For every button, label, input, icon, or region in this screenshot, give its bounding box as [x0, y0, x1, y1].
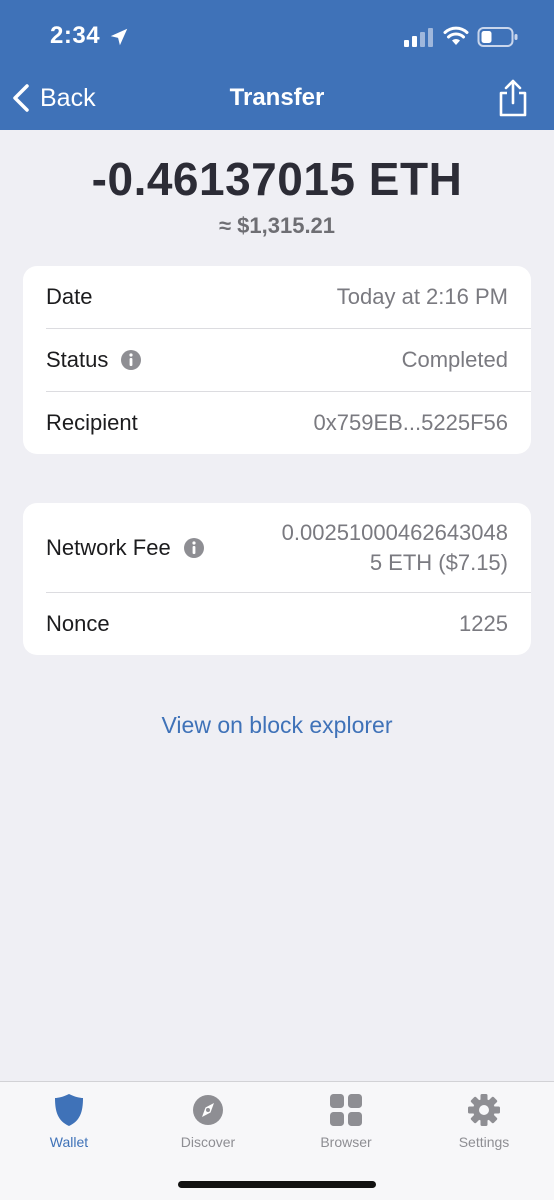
- tab-wallet[interactable]: Wallet: [9, 1092, 129, 1158]
- recipient-label: Recipient: [46, 410, 138, 435]
- tab-settings-label: Settings: [458, 1134, 510, 1150]
- tab-wallet-label: Wallet: [49, 1134, 89, 1150]
- status-label: Status: [46, 347, 109, 372]
- gear-icon: [468, 1094, 500, 1126]
- status-time: 2:34: [50, 22, 101, 49]
- nav-bar: Back Transfer: [0, 70, 554, 130]
- info-icon[interactable]: [120, 349, 142, 371]
- network-fee-value-line2: 5 ETH ($7.15): [369, 549, 508, 575]
- grid-icon: [330, 1094, 362, 1126]
- compass-icon: [193, 1095, 223, 1125]
- date-row: Date Today at 2:16 PM: [23, 266, 531, 328]
- header: 2:34 Back Transfer: [0, 0, 554, 130]
- home-indicator: [178, 1181, 376, 1188]
- tab-settings[interactable]: Settings: [424, 1092, 544, 1158]
- share-icon[interactable]: [496, 78, 530, 118]
- fee-card: Network Fee 0.00251000462643048 5 ETH ($…: [23, 503, 531, 655]
- recipient-row[interactable]: Recipient 0x759EB...5225F56: [23, 392, 531, 454]
- info-icon[interactable]: [183, 537, 205, 559]
- status-bar: 2:34: [0, 0, 554, 70]
- status-row: Status Completed: [23, 329, 531, 391]
- nonce-row: Nonce 1225: [23, 593, 531, 655]
- date-value: Today at 2:16 PM: [336, 284, 508, 309]
- nonce-label: Nonce: [46, 611, 110, 636]
- transaction-details-card: Date Today at 2:16 PM Status Completed R…: [23, 266, 531, 454]
- status-value: Completed: [401, 347, 508, 372]
- tab-discover-label: Discover: [180, 1134, 236, 1150]
- battery-icon: [477, 27, 518, 47]
- recipient-value[interactable]: 0x759EB...5225F56: [314, 410, 508, 436]
- tab-discover[interactable]: Discover: [148, 1092, 268, 1158]
- view-on-block-explorer-link[interactable]: View on block explorer: [0, 712, 554, 739]
- date-label: Date: [46, 284, 93, 309]
- wifi-icon: [443, 26, 469, 45]
- network-fee-label: Network Fee: [46, 534, 171, 560]
- network-fee-value: 0.00251000462643048 5 ETH ($7.15): [282, 518, 508, 578]
- transaction-fiat-value: ≈ $1,315.21: [218, 213, 336, 238]
- tab-browser[interactable]: Browser: [286, 1092, 406, 1158]
- transaction-amount: -0.46137015 ETH: [91, 153, 463, 205]
- shield-icon: [55, 1094, 83, 1126]
- network-fee-value-line1: 0.00251000462643048: [281, 519, 508, 545]
- network-fee-label-group: Network Fee: [46, 535, 205, 561]
- nonce-value: 1225: [459, 611, 508, 636]
- network-fee-row: Network Fee 0.00251000462643048 5 ETH ($…: [23, 503, 531, 592]
- location-arrow-icon: [110, 28, 128, 46]
- page-title: Transfer: [229, 84, 325, 111]
- status-label-group: Status: [46, 347, 142, 373]
- tab-browser-label: Browser: [320, 1134, 372, 1150]
- cellular-signal-icon: [404, 28, 433, 47]
